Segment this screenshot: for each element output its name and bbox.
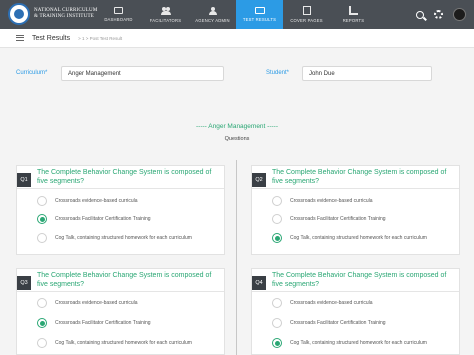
question-card: Q2 The Complete Behavior Change System i… (251, 165, 460, 255)
breadcrumb[interactable]: > 1 > Post Test Result (78, 36, 122, 41)
nav-item-label: REPORTS (342, 18, 365, 23)
radio-button[interactable] (37, 298, 47, 308)
section-title-dash-right: ----- (265, 123, 278, 130)
radio-button[interactable] (37, 338, 47, 348)
question-text: The Complete Behavior Change System is c… (37, 272, 212, 288)
main-nav: DASHBOARD FACILITATORS AGENCY ADMIN TEST… (95, 0, 377, 29)
question-divider (252, 291, 459, 292)
answer-option[interactable]: Crossroads evidence-based curricula (37, 196, 138, 206)
avatar[interactable] (453, 8, 466, 21)
top-navigation-bar: NATIONAL CURRICULUM & TRAINING INSTITUTE… (0, 0, 474, 29)
search-icon[interactable] (416, 10, 424, 19)
admin-icon (208, 6, 218, 15)
question-divider (17, 188, 224, 189)
page-title: Test Results (32, 34, 71, 42)
hamburger-menu-icon[interactable] (16, 35, 24, 41)
dashboard-icon (114, 7, 123, 14)
answer-option[interactable]: Cog Talk, containing structured homework… (37, 233, 192, 243)
question-card: Q3 The Complete Behavior Change System i… (16, 268, 225, 355)
section-title-dash-left: ----- (195, 123, 209, 130)
question-number: Q1 (17, 173, 31, 187)
answer-option[interactable]: Crossroads Facilitator Certification Tra… (272, 318, 386, 328)
nav-item-facilitators[interactable]: FACILITATORS (142, 0, 189, 29)
section-title: ----- Anger Management ----- (0, 123, 474, 130)
answer-option[interactable]: Cog Talk, containing structured homework… (272, 338, 427, 348)
nav-item-cover-pages[interactable]: COVER PAGES (283, 0, 330, 29)
answer-option[interactable]: Crossroads Facilitator Certification Tra… (37, 214, 151, 224)
nav-item-label: DASHBOARD (104, 17, 133, 22)
page-header: Test Results > 1 > Post Test Result (0, 29, 474, 48)
document-icon (302, 6, 311, 15)
answer-label: Crossroads evidence-based curricula (55, 198, 138, 204)
answer-label: Crossroads evidence-based curricula (290, 198, 373, 204)
brand-name: NATIONAL CURRICULUM & TRAINING INSTITUTE (34, 8, 97, 20)
student-field[interactable]: John Due (302, 66, 432, 81)
nav-item-reports[interactable]: REPORTS (330, 0, 377, 29)
institute-seal-icon (8, 3, 30, 25)
radio-button[interactable] (272, 298, 282, 308)
question-text: The Complete Behavior Change System is c… (272, 272, 447, 288)
answer-label: Cog Talk, containing structured homework… (55, 235, 192, 241)
question-card: Q1 The Complete Behavior Change System i… (16, 165, 225, 255)
nav-item-agency-admin[interactable]: AGENCY ADMIN (189, 0, 236, 29)
answer-label: Cog Talk, containing structured homework… (290, 340, 427, 346)
nav-item-label: FACILITATORS (149, 17, 182, 23)
answer-label: Cog Talk, containing structured homework… (290, 235, 427, 241)
question-number: Q3 (17, 276, 31, 290)
curriculum-label: Curriculum* (16, 70, 48, 76)
gear-icon[interactable] (434, 10, 443, 19)
student-label: Student* (266, 70, 290, 76)
nav-item-test-results[interactable]: TEST RESULTS (236, 0, 283, 29)
question-text: The Complete Behavior Change System is c… (37, 169, 212, 185)
radio-button[interactable] (37, 233, 47, 243)
curriculum-field[interactable]: Anger Management (61, 66, 224, 81)
radio-button-selected[interactable] (272, 233, 282, 243)
nav-item-dashboard[interactable]: DASHBOARD (95, 0, 142, 29)
question-text: The Complete Behavior Change System is c… (272, 169, 447, 185)
answer-option[interactable]: Cog Talk, containing structured homework… (272, 233, 427, 243)
people-icon (160, 6, 171, 15)
radio-button-selected[interactable] (37, 318, 47, 328)
brand-logo[interactable]: NATIONAL CURRICULUM & TRAINING INSTITUTE (8, 3, 97, 25)
answer-label: Crossroads evidence-based curricula (55, 300, 138, 306)
answer-label: Crossroads Facilitator Certification Tra… (290, 216, 386, 222)
answer-option[interactable]: Crossroads evidence-based curricula (37, 298, 138, 308)
brand-name-line-2: & TRAINING INSTITUTE (34, 14, 95, 19)
answer-option[interactable]: Crossroads Facilitator Certification Tra… (272, 214, 386, 224)
nav-item-label: AGENCY ADMIN (195, 17, 230, 23)
radio-button-selected[interactable] (272, 338, 282, 348)
monitor-icon (254, 7, 265, 14)
answer-option[interactable]: Crossroads evidence-based curricula (272, 298, 373, 308)
answer-label: Cog Talk, containing structured homework… (55, 340, 192, 346)
answer-option[interactable]: Cog Talk, containing structured homework… (37, 338, 192, 348)
answer-label: Crossroads Facilitator Certification Tra… (290, 320, 386, 326)
question-divider (17, 291, 224, 292)
radio-button-selected[interactable] (37, 214, 47, 224)
curriculum-heading: Anger Management (208, 123, 266, 130)
answer-label: Crossroads Facilitator Certification Tra… (55, 320, 151, 326)
radio-button[interactable] (272, 318, 282, 328)
student-value: John Due (309, 71, 335, 77)
answer-label: Crossroads Facilitator Certification Tra… (55, 216, 151, 222)
answer-label: Crossroads evidence-based curricula (290, 300, 373, 306)
column-divider (236, 160, 237, 355)
nav-item-label: COVER PAGES (290, 18, 323, 23)
answer-option[interactable]: Crossroads evidence-based curricula (272, 196, 373, 206)
radio-button[interactable] (272, 214, 282, 224)
curriculum-value: Anger Management (68, 71, 121, 77)
question-divider (252, 188, 459, 189)
report-icon (349, 6, 358, 15)
nav-item-label: TEST RESULTS (242, 17, 277, 22)
question-card: Q4 The Complete Behavior Change System i… (251, 268, 460, 355)
question-number: Q2 (252, 173, 266, 187)
questions-heading: Questions (224, 136, 250, 142)
answer-option[interactable]: Crossroads Facilitator Certification Tra… (37, 318, 151, 328)
question-number: Q4 (252, 276, 266, 290)
radio-button[interactable] (272, 196, 282, 206)
top-actions (416, 8, 466, 21)
radio-button[interactable] (37, 196, 47, 206)
